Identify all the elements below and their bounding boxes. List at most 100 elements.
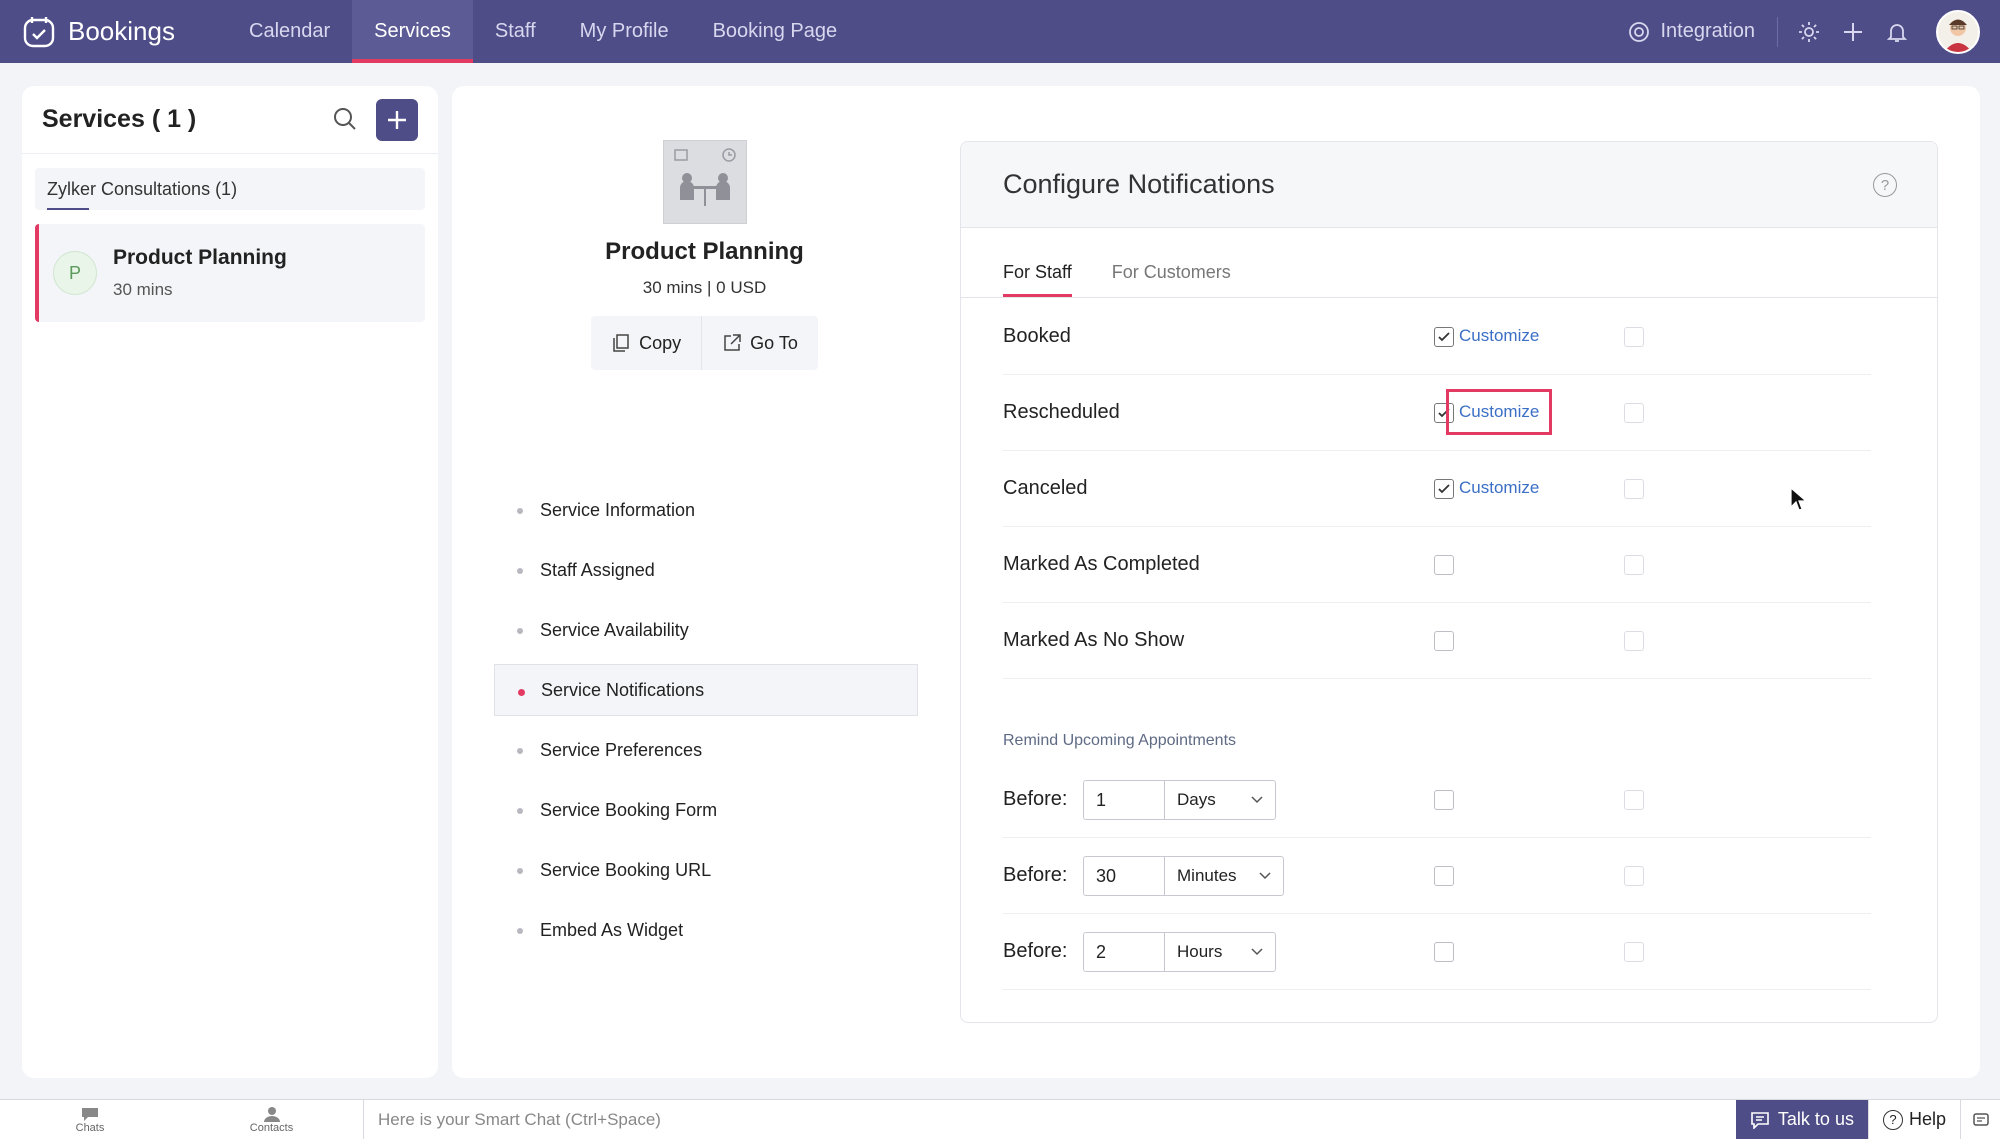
services-count-title: Services ( 1 ) <box>42 105 197 133</box>
email-checkbox[interactable] <box>1434 479 1454 499</box>
email-checkbox[interactable] <box>1434 403 1454 423</box>
service-group-tab[interactable]: Zylker Consultations (1) <box>35 168 425 210</box>
email-checkbox[interactable] <box>1434 866 1454 886</box>
sms-checkbox[interactable] <box>1624 327 1644 347</box>
bookings-logo-icon <box>23 16 55 47</box>
row-label: Booked <box>1003 325 1071 347</box>
service-list-item[interactable]: P Product Planning 30 mins <box>35 224 425 322</box>
talk-to-us-button[interactable]: Talk to us <box>1735 1099 1868 1139</box>
service-initial-avatar: P <box>53 251 97 295</box>
plus-icon <box>388 111 406 129</box>
copy-button[interactable]: Copy <box>591 316 701 370</box>
gear-icon <box>1799 21 1819 42</box>
menu-service-availability[interactable]: Service Availability <box>494 604 918 656</box>
menu-service-preferences[interactable]: Service Preferences <box>494 724 918 776</box>
chats-button[interactable]: Chats <box>0 1100 180 1139</box>
unit-label: Hours <box>1177 942 1223 961</box>
menu-label: Service Booking URL <box>540 859 712 880</box>
menu-label: Service Booking Form <box>540 799 718 820</box>
menu-staff-assigned[interactable]: Staff Assigned <box>494 544 918 596</box>
sms-checkbox[interactable] <box>1624 942 1644 962</box>
help-icon[interactable]: ? <box>1873 173 1897 197</box>
brand[interactable]: Bookings <box>22 15 217 49</box>
reminder-row: Before: Minutes <box>1003 838 1871 914</box>
service-image[interactable] <box>662 140 747 224</box>
nav-staff[interactable]: Staff <box>473 0 558 63</box>
before-label: Before: <box>1003 940 1068 962</box>
chevron-down-icon <box>1251 796 1263 804</box>
add-new-button[interactable] <box>1840 19 1866 45</box>
reminder-unit-select[interactable]: Minutes <box>1164 856 1284 896</box>
customize-link[interactable]: Customize <box>1459 326 1539 346</box>
reminder-value-input[interactable] <box>1083 856 1165 896</box>
customize-link[interactable]: Customize <box>1459 478 1539 498</box>
email-checkbox[interactable] <box>1434 942 1454 962</box>
reminder-value-input[interactable] <box>1083 780 1165 820</box>
mouse-cursor-icon <box>1790 487 1808 511</box>
service-detail-panel: Product Planning 30 mins | 0 USD Copy Go… <box>452 86 1980 1078</box>
chevron-down-icon <box>1259 872 1271 880</box>
feedback-button[interactable] <box>1960 1099 2000 1139</box>
nav-services[interactable]: Services <box>352 0 473 63</box>
nav-calendar[interactable]: Calendar <box>227 0 352 63</box>
search-button[interactable] <box>332 106 358 137</box>
sms-checkbox[interactable] <box>1624 555 1644 575</box>
external-link-icon <box>724 334 741 351</box>
tab-for-customers[interactable]: For Customers <box>1112 262 1231 297</box>
reminder-value-input[interactable] <box>1083 932 1165 972</box>
chats-label: Chats <box>75 1121 105 1134</box>
integration-label: Integration <box>1660 20 1755 42</box>
menu-label: Service Availability <box>540 619 689 640</box>
sms-checkbox[interactable] <box>1624 631 1644 651</box>
reminder-unit-select[interactable]: Days <box>1164 780 1276 820</box>
unit-label: Minutes <box>1177 866 1237 885</box>
bottom-bar: Chats Contacts Here is your Smart Chat (… <box>0 1099 2000 1139</box>
smart-chat-input[interactable]: Here is your Smart Chat (Ctrl+Space) <box>378 1110 1736 1130</box>
copy-icon <box>613 334 629 352</box>
notifications-button[interactable] <box>1884 19 1910 45</box>
user-avatar[interactable] <box>1936 9 1980 54</box>
email-checkbox[interactable] <box>1434 790 1454 810</box>
row-label: Marked As No Show <box>1003 629 1185 651</box>
services-sidebar: Services ( 1 ) Zylker Consultations (1) … <box>22 86 438 1078</box>
remind-heading: Remind Upcoming Appointments <box>1003 732 1237 749</box>
notifications-tabs: For Staff For Customers <box>961 228 1937 298</box>
add-service-button[interactable] <box>376 99 418 141</box>
unit-label: Days <box>1177 790 1216 809</box>
message-icon <box>1751 1111 1769 1129</box>
nav-booking-page[interactable]: Booking Page <box>691 0 860 63</box>
email-checkbox[interactable] <box>1434 631 1454 651</box>
nav-my-profile[interactable]: My Profile <box>558 0 691 63</box>
customize-link-highlighted[interactable]: Customize <box>1445 389 1553 435</box>
row-label: Marked As Completed <box>1003 553 1200 575</box>
reminder-row: Before: Days <box>1003 762 1871 838</box>
notification-row-canceled: Canceled Customize <box>1003 451 1871 527</box>
service-duration: 30 mins <box>113 280 173 299</box>
menu-service-booking-form[interactable]: Service Booking Form <box>494 784 918 836</box>
service-settings-menu: Service Information Staff Assigned Servi… <box>494 484 918 964</box>
integration-link[interactable]: Integration <box>1628 16 1778 47</box>
sms-checkbox[interactable] <box>1624 866 1644 886</box>
sms-checkbox[interactable] <box>1624 479 1644 499</box>
menu-service-booking-url[interactable]: Service Booking URL <box>494 844 918 896</box>
menu-service-information[interactable]: Service Information <box>494 484 918 536</box>
checkmark-icon <box>1438 484 1450 494</box>
contacts-button[interactable]: Contacts <box>180 1099 364 1139</box>
service-name: Product Planning <box>113 246 287 269</box>
talk-label: Talk to us <box>1777 1109 1854 1129</box>
tab-for-staff[interactable]: For Staff <box>1003 262 1072 297</box>
settings-button[interactable] <box>1796 19 1822 45</box>
go-to-button[interactable]: Go To <box>701 316 818 370</box>
sms-checkbox[interactable] <box>1624 790 1644 810</box>
email-checkbox[interactable] <box>1434 555 1454 575</box>
menu-service-notifications[interactable]: Service Notifications <box>494 664 918 716</box>
notification-row-rescheduled: Rescheduled Customize <box>1003 375 1871 451</box>
top-nav-bar: Bookings Calendar Services Staff My Prof… <box>0 0 2000 63</box>
services-sidebar-header: Services ( 1 ) <box>22 86 438 154</box>
reminder-unit-select[interactable]: Hours <box>1164 932 1276 972</box>
sms-checkbox[interactable] <box>1624 403 1644 423</box>
menu-embed-as-widget[interactable]: Embed As Widget <box>494 904 918 956</box>
help-button[interactable]: ? Help <box>1867 1099 1960 1139</box>
email-checkbox[interactable] <box>1434 327 1454 347</box>
row-label: Rescheduled <box>1003 401 1120 423</box>
